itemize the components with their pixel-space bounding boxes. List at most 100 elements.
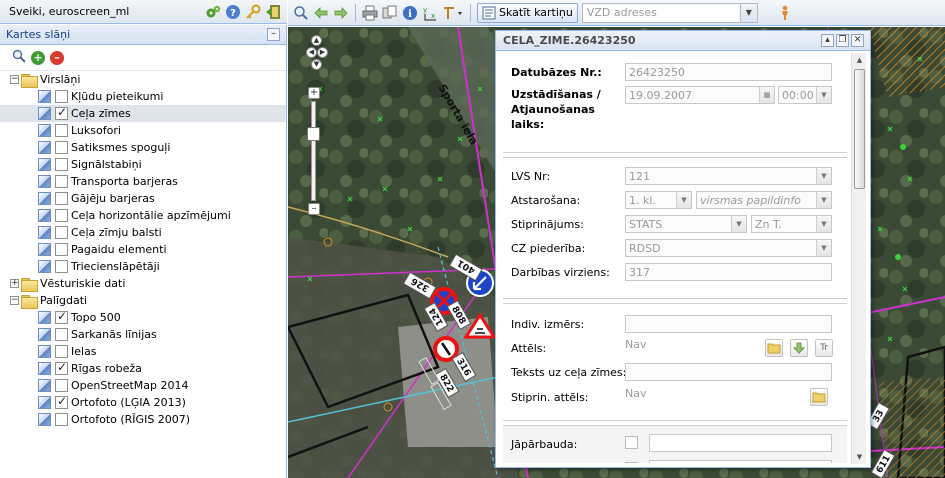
indiv-size-field[interactable] [625, 315, 832, 333]
layer-checkbox[interactable] [55, 158, 68, 171]
pan-right-icon[interactable]: ▶ [317, 47, 328, 58]
traffic-sign-prohibition-icon[interactable] [433, 336, 459, 362]
install-time-field[interactable]: 00:00 ▼ [778, 86, 832, 104]
download-icon[interactable] [790, 339, 808, 357]
help-icon[interactable]: ? [225, 4, 241, 20]
lvs-field[interactable]: 121 ▼ [625, 167, 832, 185]
layer-checkbox[interactable] [55, 243, 68, 256]
layer-item[interactable]: OpenStreetMap 2014 [0, 377, 286, 394]
measure-dropdown-icon[interactable] [441, 4, 465, 22]
chevron-down-icon[interactable]: ▼ [816, 216, 831, 232]
layer-item[interactable]: Signālstabiņi [0, 156, 286, 173]
layer-item[interactable]: Ortofoto (LĢIA 2013) [0, 394, 286, 411]
layer-checkbox[interactable] [55, 345, 68, 358]
chevron-down-icon[interactable]: ▼ [676, 192, 691, 208]
layer-item[interactable]: Gājēju barjeras [0, 190, 286, 207]
layer-item[interactable]: Topo 500 [0, 309, 286, 326]
sign-text-field[interactable] [625, 363, 832, 381]
surface-info-field[interactable]: virsmas papildinfo ▼ [696, 191, 832, 209]
calendar-icon[interactable]: ▦ [759, 87, 774, 103]
chevron-down-icon[interactable]: ▼ [816, 168, 831, 184]
scroll-thumb[interactable] [854, 69, 865, 189]
zoom-thumb[interactable] [307, 127, 320, 141]
owner-field[interactable]: RDSD ▼ [625, 239, 832, 257]
layer-item[interactable]: Sarkanās līnijas [0, 326, 286, 343]
pan-up-icon[interactable]: ▲ [311, 35, 322, 46]
layer-item[interactable]: Pagaidu elementi [0, 241, 286, 258]
mount-extra-field[interactable]: Zn T. ▼ [751, 215, 832, 233]
scroll-down-icon[interactable]: ▼ [852, 450, 867, 464]
close-icon[interactable]: ✕ [851, 34, 864, 47]
copy-icon[interactable] [381, 4, 399, 22]
layer-group[interactable]: − Palīgdati [0, 292, 286, 309]
feature-scrollbar[interactable]: ▲ ▼ [851, 53, 866, 464]
feature-window-header[interactable]: CELA_ZIME.26423250 ▴ ❐ ✕ [496, 31, 870, 51]
check-note-field[interactable] [649, 434, 832, 452]
exit-icon[interactable] [265, 4, 281, 20]
chevron-down-icon[interactable]: ▼ [816, 87, 831, 103]
layer-item[interactable]: Ielas [0, 343, 286, 360]
layer-checkbox[interactable] [55, 90, 68, 103]
chevron-down-icon[interactable]: ▼ [739, 3, 757, 22]
scroll-up-icon[interactable]: ▲ [852, 53, 867, 67]
zoom-out-icon[interactable]: – [308, 203, 320, 215]
chevron-down-icon[interactable]: ▼ [816, 192, 831, 208]
layer-checkbox[interactable] [55, 260, 68, 273]
check-checkbox-2[interactable] [625, 462, 638, 463]
text-tool-button[interactable]: Tr [815, 339, 833, 357]
chevron-down-icon[interactable]: ▼ [731, 216, 746, 232]
restore-window-icon[interactable]: ❐ [836, 34, 849, 47]
layer-checkbox[interactable] [55, 413, 68, 426]
person-icon[interactable] [776, 4, 794, 22]
check-note-field-2[interactable] [649, 460, 832, 463]
view-card-button[interactable]: Skatīt kartiņu [477, 2, 578, 23]
check-checkbox[interactable] [625, 436, 638, 449]
pan-left-icon[interactable]: ◀ [306, 47, 317, 58]
chevron-down-icon[interactable]: ▼ [816, 240, 831, 256]
reflection-field[interactable]: 1. kl. ▼ [625, 191, 692, 209]
zoom-rail[interactable] [311, 101, 316, 201]
layer-checkbox[interactable] [55, 141, 68, 154]
layer-item[interactable]: Ceļa zīmju balsti [0, 224, 286, 241]
layer-item[interactable]: Transporta barjeras [0, 173, 286, 190]
layer-checkbox[interactable] [55, 105, 68, 120]
search-icon[interactable] [12, 49, 26, 66]
zoom-in-icon[interactable]: + [308, 87, 320, 99]
layer-item[interactable]: Ceļa zīmes [0, 105, 286, 122]
layer-checkbox[interactable] [55, 192, 68, 205]
layer-checkbox[interactable] [55, 309, 68, 324]
layer-checkbox[interactable] [55, 209, 68, 222]
collapse-window-icon[interactable]: ▴ [821, 34, 834, 47]
direction-field[interactable]: 317 [625, 263, 832, 281]
coordinates-icon[interactable]: yx [421, 4, 439, 22]
pan-down-icon[interactable]: ▼ [311, 59, 322, 70]
add-layer-icon[interactable]: + [31, 50, 45, 65]
layer-item[interactable]: Ortofoto (RĪGIS 2007) [0, 411, 286, 428]
layer-item[interactable]: Rīgas robeža [0, 360, 286, 377]
layer-group[interactable]: + Vēsturiskie dati [0, 275, 286, 292]
open-folder-icon[interactable] [765, 339, 783, 357]
key-icon[interactable] [245, 4, 261, 20]
collapse-icon[interactable]: – [267, 28, 280, 41]
back-arrow-icon[interactable] [312, 4, 330, 22]
zoom-icon[interactable] [292, 4, 310, 22]
db-number-field[interactable]: 26423250 [625, 63, 832, 81]
settings-gears-icon[interactable] [205, 4, 221, 20]
collapse-node-icon[interactable]: − [10, 75, 19, 84]
print-icon[interactable] [361, 4, 379, 22]
layer-item[interactable]: Luksofori [0, 122, 286, 139]
layer-checkbox[interactable] [55, 124, 68, 137]
layer-checkbox[interactable] [55, 328, 68, 341]
layer-item[interactable]: Triecienslāpētāji [0, 258, 286, 275]
layer-checkbox[interactable] [55, 379, 68, 392]
layer-checkbox[interactable] [55, 394, 68, 409]
layer-group[interactable]: − Virslāņi [0, 71, 286, 88]
layer-item[interactable]: Satiksmes spoguļi [0, 139, 286, 156]
mount-field[interactable]: STATS ▼ [625, 215, 747, 233]
layer-checkbox[interactable] [55, 226, 68, 239]
zoom-slider[interactable]: + – [307, 87, 321, 217]
layer-checkbox[interactable] [55, 360, 68, 375]
collapse-node-icon[interactable]: − [10, 296, 19, 305]
open-folder-icon[interactable] [810, 388, 828, 406]
expand-node-icon[interactable]: + [10, 279, 19, 288]
